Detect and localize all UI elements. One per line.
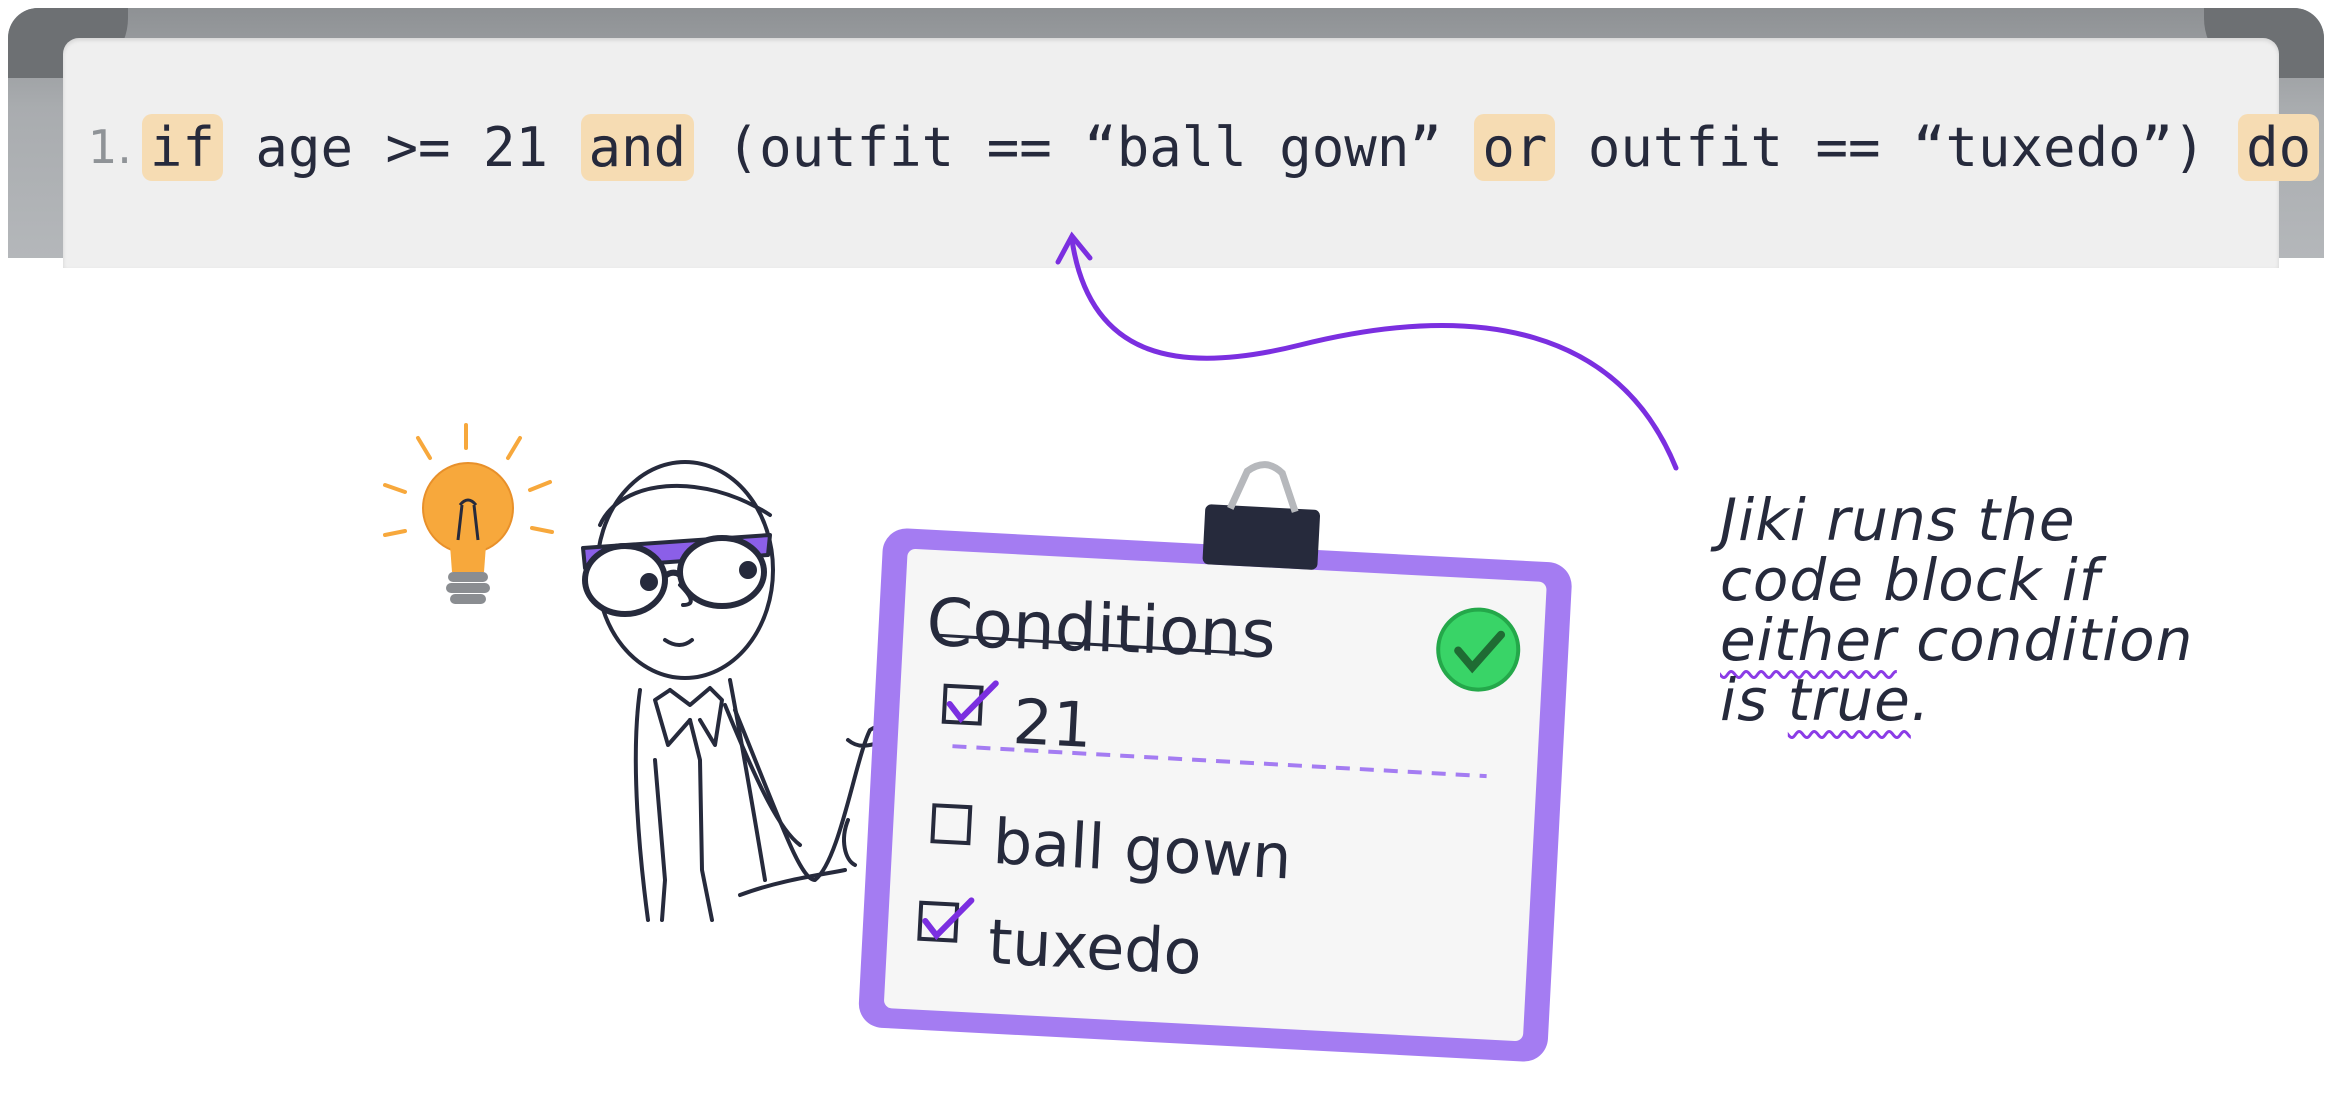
- note-line-3-rest: condition: [1896, 606, 2194, 674]
- note-line-1: Jiki runs the: [1720, 486, 2076, 554]
- note-line-2: code block if: [1720, 546, 2101, 614]
- condition-21-label: 21: [1011, 685, 1094, 763]
- jiki-character: [581, 460, 894, 922]
- note-line-4-end: .: [1910, 666, 1931, 734]
- note-line-4-start: is: [1720, 666, 1788, 734]
- clipboard: [858, 461, 1572, 1062]
- note-line-4: is true.: [1720, 670, 2280, 730]
- green-check-icon: [1436, 607, 1521, 692]
- condition-tuxedo-label: tuxedo: [986, 905, 1204, 990]
- lightbulb-icon: [383, 423, 554, 604]
- clipboard-title: Conditions: [925, 584, 1278, 674]
- condition-ball-gown-label: ball gown: [991, 805, 1294, 894]
- note-emphasis-either: either: [1720, 606, 1897, 674]
- explanation-note: Jiki runs the code block if either condi…: [1720, 490, 2280, 730]
- note-emphasis-true: true: [1787, 666, 1911, 734]
- pointer-arrow: [1055, 231, 1679, 471]
- note-line-3: either condition: [1720, 610, 2280, 670]
